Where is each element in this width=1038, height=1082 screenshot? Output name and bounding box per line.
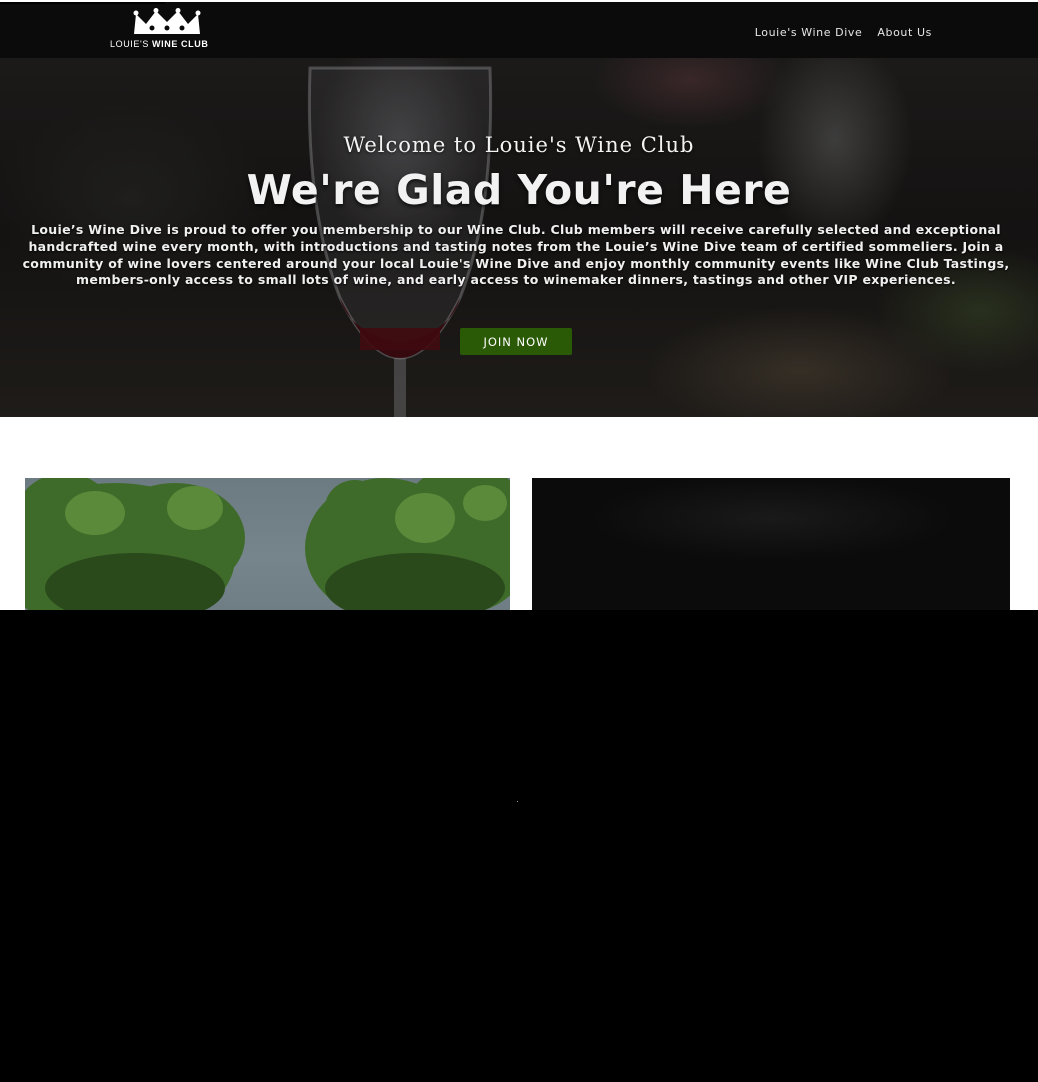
loading-indicator [517,801,518,802]
trees-image [25,478,510,610]
dark-image-card [532,478,1010,610]
logo-text-light: LOUIE'S [110,39,153,49]
header-edge [0,2,165,4]
logo-text: LOUIE'S WINE CLUB [110,39,224,49]
main-nav: Louie's Wine Dive About Us [755,26,932,39]
logo-text-bold: WINE CLUB [152,39,209,49]
join-now-button[interactable]: JOIN NOW [460,328,572,355]
vineyard-image-card [25,478,510,610]
hero-subtitle: Welcome to Louie's Wine Club [343,133,695,157]
hero-title: We're Glad You're Here [246,166,792,214]
nav-link-louies-wine-dive[interactable]: Louie's Wine Dive [755,26,863,39]
site-header: LOUIE'S WINE CLUB Louie's Wine Dive Abou… [0,0,1038,58]
crown-icon [133,8,201,34]
nav-link-about-us[interactable]: About Us [877,26,932,39]
site-logo[interactable]: LOUIE'S WINE CLUB [110,8,224,52]
loading-overlay [0,610,1038,1082]
hero-description: Louie’s Wine Dive is proud to offer you … [22,222,1010,288]
page: LOUIE'S WINE CLUB Louie's Wine Dive Abou… [0,0,1038,1082]
